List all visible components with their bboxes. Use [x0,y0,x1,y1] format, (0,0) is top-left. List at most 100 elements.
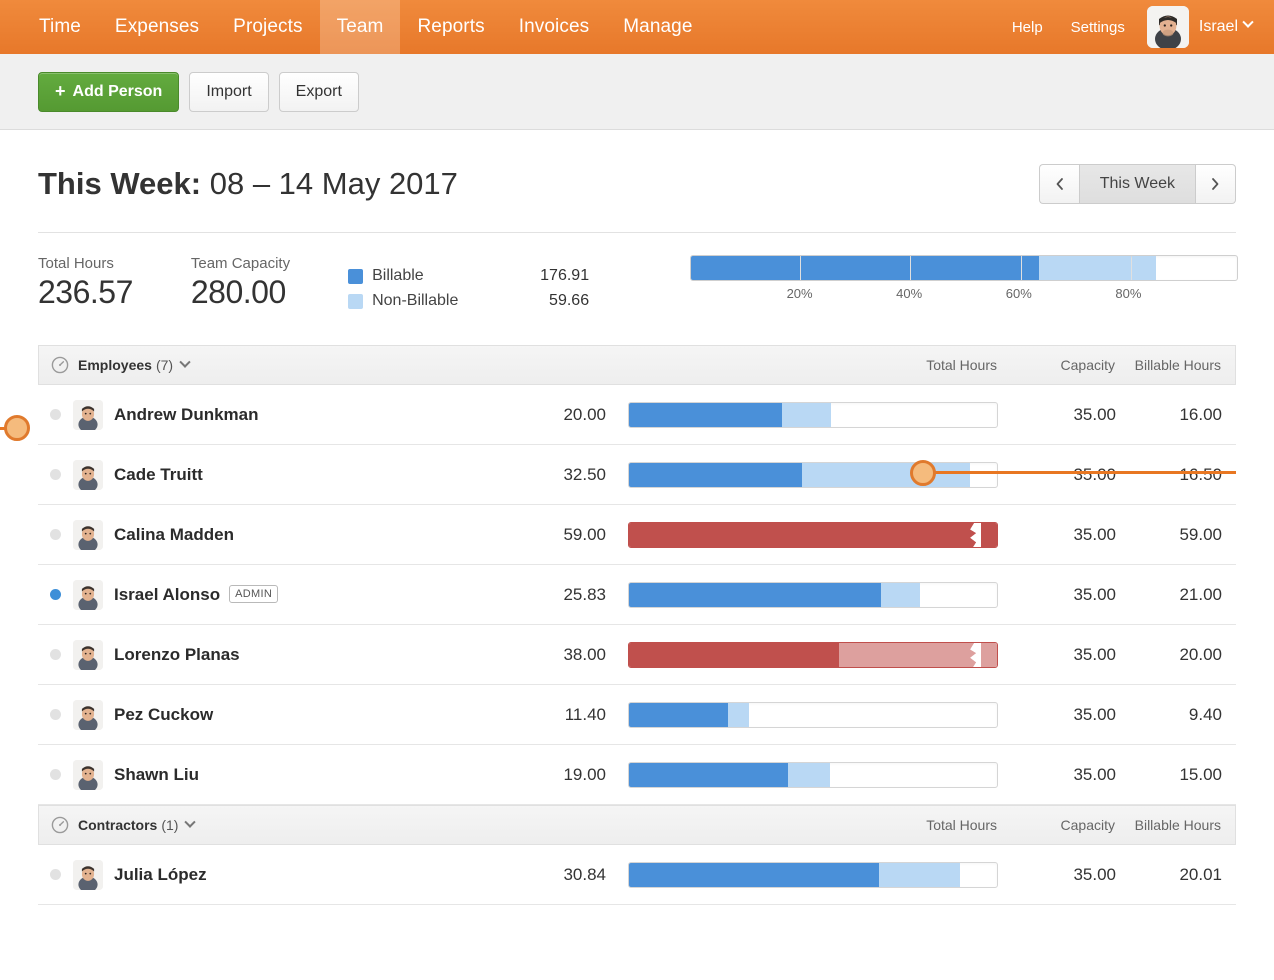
column-header-billable-hours: Billable Hours [1115,357,1221,373]
row-total-hours: 30.84 [514,865,606,885]
nav-item-projects[interactable]: Projects [216,0,319,54]
import-button[interactable]: Import [189,72,268,112]
group-name: Employees [78,357,152,373]
nav-help-link[interactable]: Help [998,19,1057,36]
avatar[interactable] [73,400,103,430]
row-status-dot[interactable] [50,769,61,780]
capacity-bar-axis: 20%40%60%80% [690,286,1238,308]
previous-week-button[interactable] [1039,164,1079,204]
avatar[interactable] [73,700,103,730]
page-title-date-range: 08 – 14 May 2017 [210,166,458,201]
row-capacity: 35.00 [998,765,1116,785]
row-capacity-bar [628,702,998,728]
row-status-dot[interactable] [50,649,61,660]
this-week-button[interactable]: This Week [1079,164,1196,204]
avatar[interactable] [73,580,103,610]
person-photo-avatar [73,760,103,790]
nav-item-manage[interactable]: Manage [606,0,709,54]
row-total-hours: 59.00 [514,525,606,545]
row-status-dot[interactable] [50,709,61,720]
row-capacity: 35.00 [998,645,1116,665]
chevron-down-icon[interactable] [179,357,190,368]
table-row[interactable]: Calina Madden59.0035.0059.00 [38,505,1236,565]
capacity-bar-nonbillable-segment [1132,256,1157,280]
row-status-dot[interactable] [50,869,61,880]
capacity-bar-billable-segment [1022,256,1039,280]
legend-swatch-icon [348,294,363,309]
nav-item-team[interactable]: Team [320,0,401,54]
person-name-text: Israel Alonso [114,585,220,604]
table-row[interactable]: Andrew Dunkman20.0035.0016.00 [38,385,1236,445]
chevron-down-icon[interactable] [185,817,196,828]
row-status-dot[interactable] [50,469,61,480]
capacity-bar [690,255,1238,281]
person-name-text: Shawn Liu [114,765,199,784]
user-photo-avatar [1147,6,1189,48]
next-week-button[interactable] [1196,164,1236,204]
row-total-hours: 20.00 [514,405,606,425]
avatar[interactable] [73,760,103,790]
capacity-bar-nonbillable-segment [1039,256,1131,280]
row-status-dot[interactable] [50,409,61,420]
column-header-capacity: Capacity [997,817,1115,833]
group-header-employees[interactable]: Employees(7)Total HoursCapacityBillable … [38,345,1236,385]
bar-break-marker [967,523,981,547]
annotation-line-top [934,471,1236,474]
nav-item-invoices[interactable]: Invoices [502,0,607,54]
group-count: (1) [161,817,178,833]
avatar[interactable] [73,640,103,670]
row-capacity: 35.00 [998,865,1116,885]
page-content: This Week: 08 – 14 May 2017 This Week To… [0,130,1274,905]
row-total-hours: 25.83 [514,585,606,605]
team-capacity-label: Team Capacity [191,255,290,272]
export-button[interactable]: Export [279,72,359,112]
table-row[interactable]: Pez Cuckow11.4035.009.40 [38,685,1236,745]
over-capacity-break-icon [967,643,981,667]
row-billable-hours: 15.00 [1116,765,1222,785]
person-name-text: Lorenzo Planas [114,645,240,664]
person-photo-avatar [73,400,103,430]
table-row[interactable]: Cade Truitt32.5035.0016.50 [38,445,1236,505]
bar-billable-segment [629,463,802,487]
avatar[interactable] [1147,6,1189,48]
row-bar-cell [606,462,998,488]
row-bar-cell [606,762,998,788]
chevron-down-icon [1242,17,1253,28]
plus-icon: + [55,81,66,102]
avatar[interactable] [73,860,103,890]
table-row[interactable]: Lorenzo Planas38.0035.0020.00 [38,625,1236,685]
page-header-row: This Week: 08 – 14 May 2017 This Week [38,130,1236,233]
bar-billable-segment [629,583,881,607]
row-total-hours: 38.00 [514,645,606,665]
row-billable-hours: 20.01 [1116,865,1222,885]
team-table: Employees(7)Total HoursCapacityBillable … [38,345,1236,905]
group-header-contractors[interactable]: Contractors(1)Total HoursCapacityBillabl… [38,805,1236,845]
row-bar-cell [606,522,998,548]
person-photo-avatar [73,580,103,610]
row-bar-cell [606,862,998,888]
legend-row: Billable176.91 [348,267,589,285]
legend-swatch-icon [348,269,363,284]
avatar[interactable] [73,520,103,550]
table-row[interactable]: Israel AlonsoADMIN25.8335.0021.00 [38,565,1236,625]
row-bar-cell [606,582,998,608]
nav-settings-link[interactable]: Settings [1057,19,1139,36]
nav-item-time[interactable]: Time [22,0,98,54]
nav-user-menu[interactable]: Israel [1199,18,1252,36]
nav-item-reports[interactable]: Reports [400,0,501,54]
avatar[interactable] [73,460,103,490]
bar-billable-segment [629,763,788,787]
row-billable-hours: 9.40 [1116,705,1222,725]
nav-item-expenses[interactable]: Expenses [98,0,216,54]
row-status-dot[interactable] [50,529,61,540]
total-hours-value: 236.57 [38,274,133,311]
page-title-label: This Week: [38,166,201,201]
action-toolbar: + Add Person Import Export [0,54,1274,130]
axis-tick-label: 20% [787,286,813,301]
table-row[interactable]: Shawn Liu19.0035.0015.00 [38,745,1236,805]
person-name: Israel AlonsoADMIN [114,585,278,605]
row-status-dot[interactable] [50,589,61,600]
table-row[interactable]: Julia López30.8435.0020.01 [38,845,1236,905]
add-person-button[interactable]: + Add Person [38,72,179,112]
row-capacity-bar [628,462,998,488]
